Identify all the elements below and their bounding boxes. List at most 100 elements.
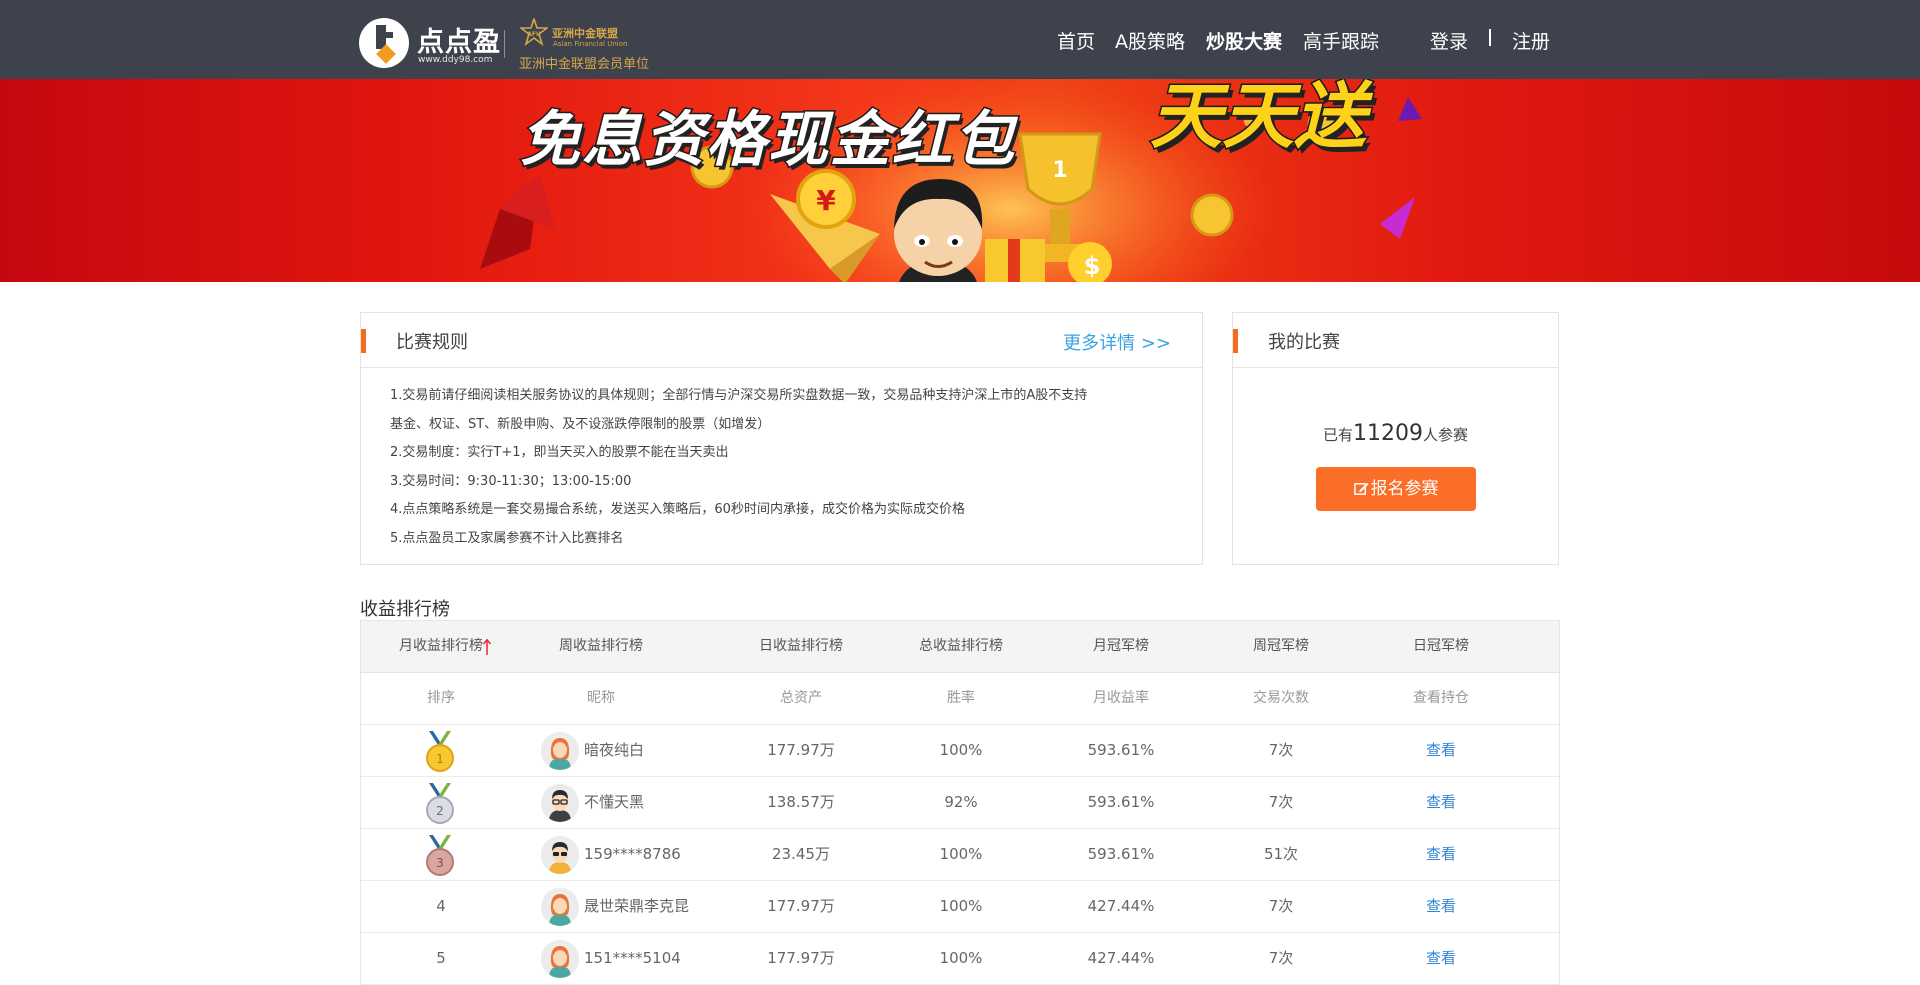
- female-avatar-icon: [541, 888, 579, 926]
- svg-text:$: $: [1084, 252, 1101, 280]
- tab-daily-champion[interactable]: 日冠军榜: [1361, 621, 1521, 672]
- monthly-return: 593.61%: [1087, 741, 1155, 759]
- rules-list: 1.交易前请仔细阅读相关服务协议的具体规则；全部行情与沪深交易所实盘数据一致，交…: [390, 382, 1190, 553]
- banner-headline: 免息资格现金红包: [519, 104, 1016, 177]
- join-contest-button[interactable]: 报名参赛: [1316, 467, 1476, 511]
- col-nickname: 昵称: [587, 690, 615, 706]
- win-rate: 100%: [939, 741, 983, 759]
- nav-expert-tracking[interactable]: 高手跟踪: [1303, 27, 1379, 54]
- edit-icon: [1353, 482, 1369, 495]
- tab-monthly-champion[interactable]: 月冠军榜: [1041, 621, 1201, 672]
- promo-banner[interactable]: ¥ 1 $ 免息资格现金红包 天天送: [0, 79, 1920, 282]
- nickname-cell[interactable]: 151****5104: [541, 933, 741, 984]
- nickname: 晟世荣鼎李克昆: [584, 897, 690, 915]
- header-divider: [504, 30, 505, 58]
- my-contest-header: 我的比赛: [1233, 313, 1558, 368]
- view-holdings-link[interactable]: 查看: [1361, 933, 1521, 984]
- silver-medal-icon: 2: [426, 783, 454, 824]
- col-win-rate: 胜率: [947, 690, 975, 706]
- leaderboard-header-row: 排序 昵称 总资产 胜率 月收益率 交易次数 查看持仓: [361, 673, 1559, 725]
- rule-line: 4.点点策略系统是一套交易撮合系统，发送买入策略后，60秒时间内承接，成交价格为…: [390, 502, 965, 517]
- bronze-medal-icon: 3: [426, 835, 454, 876]
- register-link[interactable]: 注册: [1512, 27, 1550, 54]
- gold-medal-icon: 1: [426, 731, 454, 772]
- col-rank: 排序: [427, 690, 455, 706]
- monthly-return: 593.61%: [1087, 793, 1155, 811]
- rule-line: 基金、权证、ST、新股申购、及不设涨跌停限制的股票（如增发）: [390, 416, 771, 432]
- win-rate: 100%: [939, 949, 983, 967]
- trade-count: 7次: [1268, 949, 1294, 967]
- view-holdings-link[interactable]: 查看: [1361, 829, 1521, 880]
- table-row: 2 不懂天黑 138.57万 92% 593.61% 7次 查看: [361, 777, 1559, 829]
- join-contest-label: 报名参赛: [1370, 479, 1439, 499]
- nickname: 159****8786: [584, 845, 681, 863]
- nickname-cell[interactable]: 不懂天黑: [541, 777, 741, 828]
- tab-daily-return[interactable]: 日收益排行榜: [721, 621, 881, 672]
- nickname-cell[interactable]: 晟世荣鼎李克昆: [541, 881, 741, 932]
- rule-line: 1.交易前请仔细阅读相关服务协议的具体规则；全部行情与沪深交易所实盘数据一致，交…: [390, 388, 1088, 403]
- rule-line: 5.点点盈员工及家属参赛不计入比赛排名: [390, 530, 624, 546]
- female-avatar-icon: [541, 940, 579, 978]
- view-holdings-link[interactable]: 查看: [1361, 725, 1521, 776]
- monthly-return: 427.44%: [1087, 949, 1155, 967]
- nickname: 151****5104: [584, 949, 681, 967]
- tab-weekly-return[interactable]: 周收益排行榜: [521, 621, 681, 672]
- afu-english-name: Asian Financial Union: [553, 40, 628, 48]
- nickname-cell[interactable]: 暗夜纯白: [541, 725, 741, 776]
- participant-count: 已有11209人参赛: [1233, 421, 1558, 446]
- col-total-assets: 总资产: [780, 690, 822, 706]
- medal-rank: 1: [436, 752, 444, 766]
- male-avatar-icon: [541, 836, 579, 874]
- medal-rank: 3: [436, 856, 444, 870]
- brand-url: www.ddy98.com: [418, 55, 493, 65]
- nickname-cell[interactable]: 159****8786: [541, 829, 741, 880]
- total-assets: 177.97万: [767, 949, 835, 967]
- col-trade-count: 交易次数: [1253, 690, 1309, 706]
- tab-total-return[interactable]: 总收益排行榜: [881, 621, 1041, 672]
- login-link[interactable]: 登录: [1430, 27, 1468, 54]
- rules-card-header: 比赛规则 更多详情 >>: [361, 313, 1202, 368]
- female-avatar-icon: [541, 732, 579, 770]
- col-view-holdings: 查看持仓: [1413, 690, 1469, 706]
- brand-name[interactable]: 点点盈: [417, 20, 501, 59]
- rule-line: 2.交易制度：实行T+1，即当天买入的股票不能在当天卖出: [390, 445, 729, 460]
- rule-line: 3.交易时间：9:30-11:30；13:00-15:00: [390, 473, 632, 489]
- nav-separator: [1489, 29, 1491, 46]
- total-assets: 23.45万: [772, 845, 830, 863]
- my-contest-card: 我的比赛 已有11209人参赛 报名参赛: [1232, 312, 1559, 565]
- top-navigation-bar: 点点盈 www.ddy98.com AFU 亚洲中金联盟 Asian Finan…: [0, 0, 1920, 79]
- nav-home[interactable]: 首页: [1057, 27, 1095, 54]
- table-row: 3 159****8786 23.45万 100% 593.61% 51次 查看: [361, 829, 1559, 881]
- table-row: 5 151****5104 177.97万 100% 427.44% 7次 查看: [361, 933, 1559, 985]
- participant-suffix: 人参赛: [1423, 426, 1469, 444]
- monthly-return: 593.61%: [1087, 845, 1155, 863]
- win-rate: 92%: [944, 793, 978, 811]
- ddy-logo-icon[interactable]: [359, 18, 409, 68]
- svg-text:AFU: AFU: [527, 31, 541, 38]
- nav-a-share-strategy[interactable]: A股策略: [1115, 27, 1185, 54]
- total-assets: 177.97万: [767, 897, 835, 915]
- section-accent-bar: [361, 329, 366, 353]
- rank-number: 5: [436, 949, 446, 967]
- svg-text:¥: ¥: [816, 184, 836, 217]
- leaderboard-tabs: 月收益排行榜 周收益排行榜 日收益排行榜 总收益排行榜 月冠军榜 周冠军榜 日冠…: [361, 621, 1559, 673]
- sort-arrow-up-icon[interactable]: [483, 639, 491, 656]
- more-details-link[interactable]: 更多详情 >>: [1063, 329, 1171, 355]
- trade-count: 7次: [1268, 741, 1294, 759]
- tab-monthly-return[interactable]: 月收益排行榜: [361, 621, 521, 672]
- nav-stock-contest[interactable]: 炒股大赛: [1206, 27, 1282, 54]
- tab-weekly-champion[interactable]: 周冠军榜: [1201, 621, 1361, 672]
- trade-count: 51次: [1263, 845, 1299, 863]
- leaderboard-table: 月收益排行榜 周收益排行榜 日收益排行榜 总收益排行榜 月冠军榜 周冠军榜 日冠…: [360, 620, 1560, 985]
- view-holdings-link[interactable]: 查看: [1361, 881, 1521, 932]
- medal-rank: 2: [436, 804, 444, 818]
- view-holdings-link[interactable]: 查看: [1361, 777, 1521, 828]
- nickname: 不懂天黑: [584, 793, 645, 811]
- contest-rules-card: 比赛规则 更多详情 >> 1.交易前请仔细阅读相关服务协议的具体规则；全部行情与…: [360, 312, 1203, 565]
- win-rate: 100%: [939, 897, 983, 915]
- svg-text:1: 1: [1052, 158, 1067, 183]
- win-rate: 100%: [939, 845, 983, 863]
- nickname: 暗夜纯白: [584, 741, 645, 759]
- table-row: 4 晟世荣鼎李克昆 177.97万 100% 427.44% 7次 查看: [361, 881, 1559, 933]
- afu-member-label: 亚洲中金联盟会员单位: [519, 57, 650, 72]
